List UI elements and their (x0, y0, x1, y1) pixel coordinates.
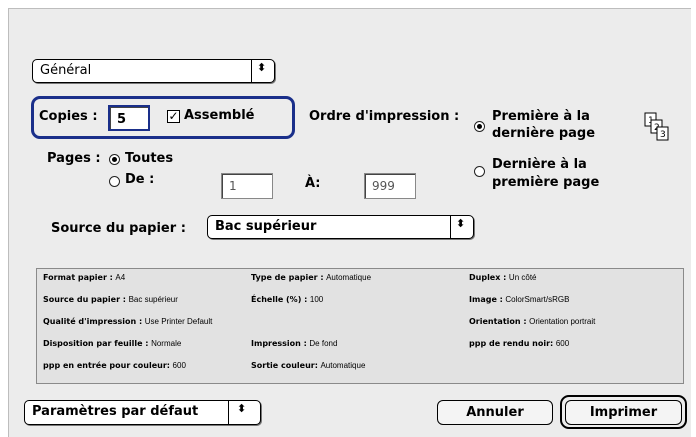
order-last-line1: Dernière à la (492, 157, 587, 172)
order-last-to-first-radio[interactable] (474, 166, 485, 177)
summary-row: Format papier : A4 Type de papier : Auto… (43, 273, 537, 282)
collate-checkbox[interactable]: ✓ (167, 110, 180, 123)
paper-source-value: Bac supérieur (215, 219, 317, 234)
order-first-line1: Première à la (492, 109, 590, 124)
svg-text:3: 3 (660, 130, 666, 140)
paper-source-popup[interactable]: Bac supérieur ⬍ (207, 215, 474, 239)
pages-all-label: Toutes (125, 151, 174, 166)
print-button[interactable]: Imprimer (565, 400, 682, 425)
page-order-icon: 1 2 3 (644, 112, 669, 141)
collate-label: Assemblé (184, 108, 255, 123)
order-first-line2: dernière page (492, 126, 596, 141)
popup-arrows-icon: ⬍ (257, 61, 267, 74)
copies-value: 5 (117, 112, 127, 127)
pages-range-radio[interactable] (109, 176, 120, 187)
print-order-label: Ordre d'impression : (309, 109, 460, 124)
pages-all-radio[interactable] (109, 154, 120, 165)
order-first-to-last-radio[interactable] (474, 121, 485, 132)
cancel-button[interactable]: Annuler (437, 400, 553, 425)
order-last-line2: première page (492, 175, 600, 190)
settings-summary: Format papier : A4 Type de papier : Auto… (36, 268, 684, 384)
pages-label: Pages : (47, 151, 101, 166)
summary-row: Qualité d'impression : Use Printer Defau… (43, 317, 596, 326)
paper-source-label: Source du papier : (51, 221, 186, 236)
print-dialog: Général ⬍ Copies : 5 ✓ Assemblé Ordre d'… (8, 8, 691, 437)
copies-input[interactable]: 5 (108, 105, 150, 131)
pages-to-label: À: (305, 176, 321, 191)
panel-popup-value: Général (40, 63, 92, 78)
pages-from-value: 1 (229, 179, 237, 193)
pages-from-label: De : (125, 172, 155, 187)
popup-arrows-icon: ⬍ (456, 217, 466, 230)
presets-popup[interactable]: Paramètres par défaut ⬍ (24, 400, 261, 425)
pages-from-input[interactable]: 1 (221, 173, 273, 199)
panel-popup[interactable]: Général ⬍ (32, 59, 275, 83)
popup-arrows-icon: ⬍ (237, 402, 247, 415)
pages-to-value: 999 (372, 179, 395, 193)
presets-value: Paramètres par défaut (32, 404, 199, 419)
summary-row: Source du papier : Bac supérieur Échelle… (43, 295, 570, 304)
pages-to-input[interactable]: 999 (364, 173, 416, 199)
summary-row: Disposition par feuille : Normale Impres… (43, 339, 570, 348)
summary-row: ppp en entrée pour couleur: 600 Sortie c… (43, 361, 366, 370)
copies-label: Copies : (39, 109, 98, 124)
